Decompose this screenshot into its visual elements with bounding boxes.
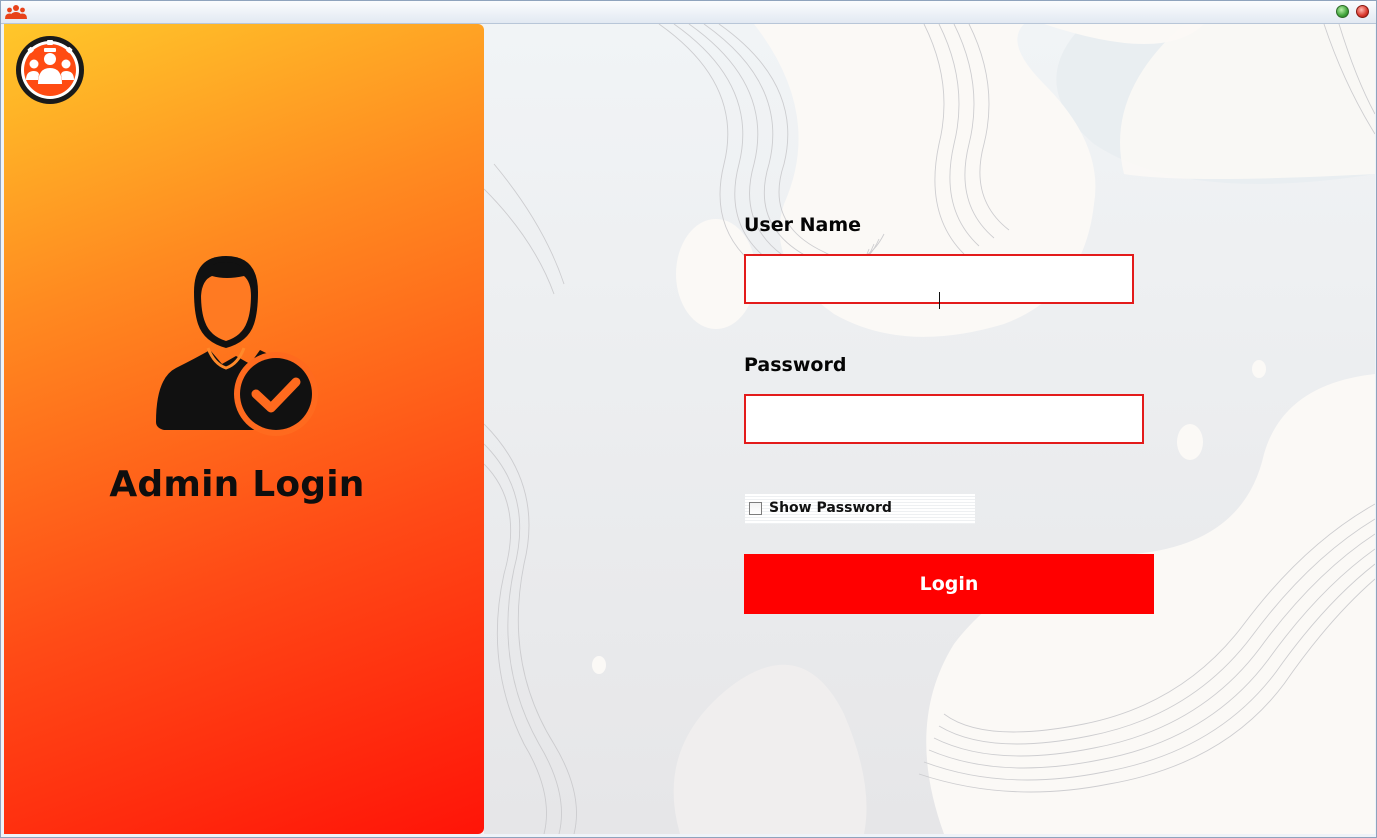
app-icon xyxy=(5,4,27,20)
login-button[interactable]: Login xyxy=(744,554,1154,614)
close-button[interactable] xyxy=(1356,5,1369,18)
maximize-button[interactable] xyxy=(1336,5,1349,18)
show-password-checkbox[interactable] xyxy=(749,502,762,515)
text-caret xyxy=(939,292,940,309)
admin-user-check-icon xyxy=(152,252,320,438)
username-label: User Name xyxy=(744,214,862,236)
admin-login-title: Admin Login xyxy=(109,464,365,505)
title-bar[interactable] xyxy=(1,1,1376,24)
login-window: Admin Login User Name Password Show Pass… xyxy=(0,0,1377,838)
client-area: Admin Login User Name Password Show Pass… xyxy=(4,24,1375,834)
show-password-row[interactable]: Show Password xyxy=(745,494,975,524)
show-password-label[interactable]: Show Password xyxy=(769,500,892,516)
admin-team-logo-icon xyxy=(14,34,86,106)
left-branding-panel: Admin Login xyxy=(4,24,484,834)
password-label: Password xyxy=(744,354,847,376)
password-input[interactable] xyxy=(744,394,1144,444)
